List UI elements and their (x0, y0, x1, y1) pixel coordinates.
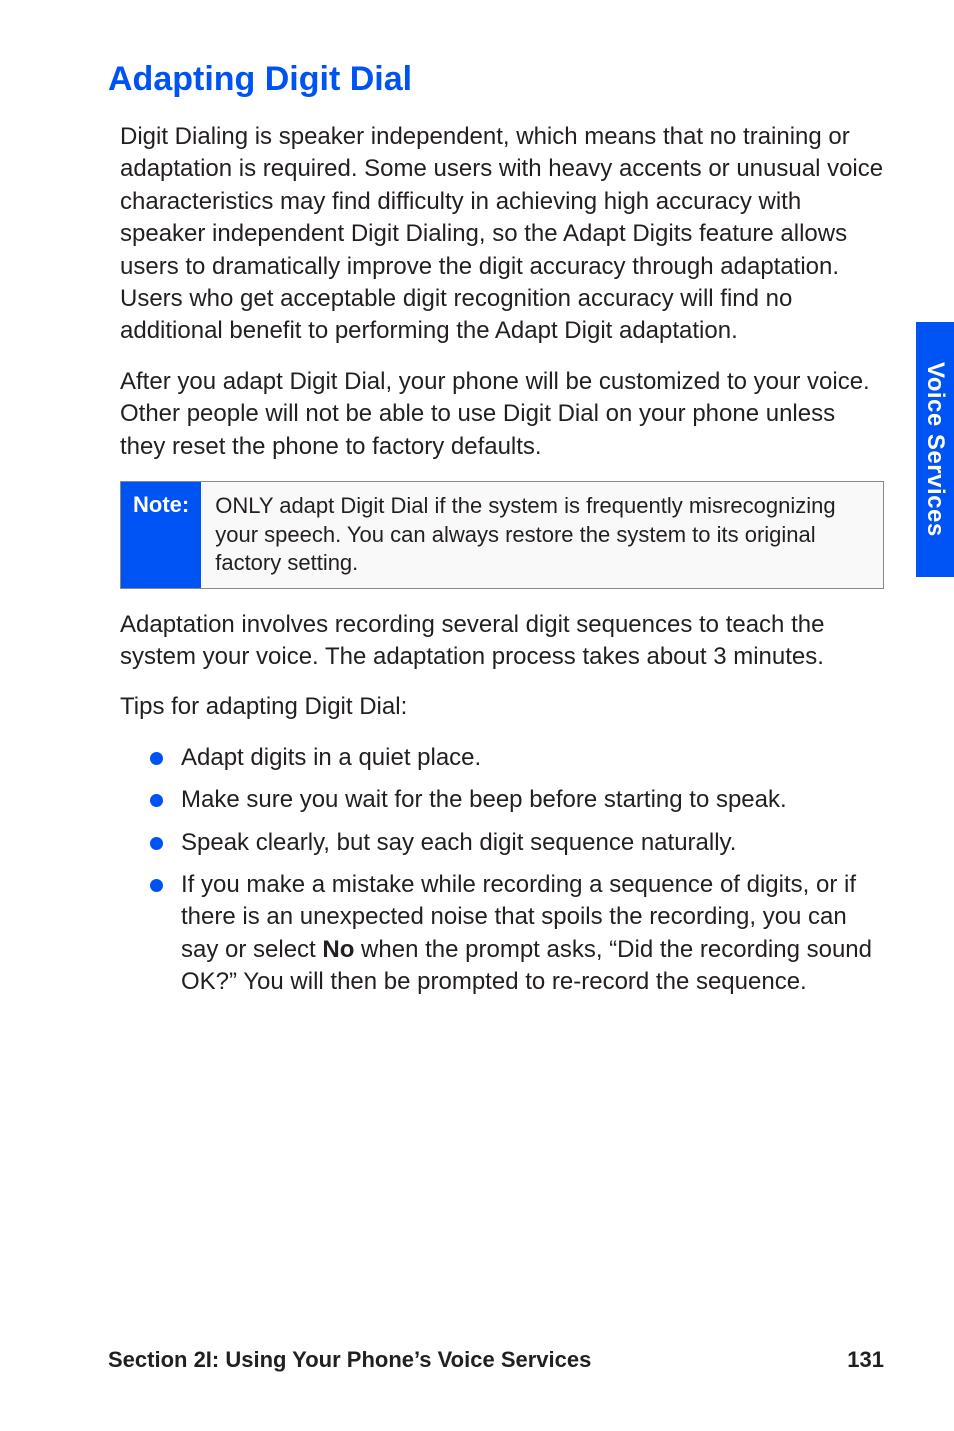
side-tab-label: Voice Services (921, 362, 949, 537)
paragraph-1: Digit Dialing is speaker independent, wh… (108, 121, 884, 348)
list-item-text: If you make a mistake while recording a … (181, 869, 884, 999)
list-item-text: Adapt digits in a quiet place. (181, 742, 884, 774)
footer-section: Section 2I: Using Your Phone’s Voice Ser… (108, 1347, 591, 1373)
list-item-text: Speak clearly, but say each digit sequen… (181, 827, 884, 859)
bullet-icon (150, 752, 163, 765)
list-item: If you make a mistake while recording a … (150, 869, 884, 999)
page-footer: Section 2I: Using Your Phone’s Voice Ser… (108, 1347, 884, 1373)
note-content: ONLY adapt Digit Dial if the system is f… (201, 482, 883, 588)
list-item: Speak clearly, but say each digit sequen… (150, 827, 884, 859)
bullet-icon (150, 879, 163, 892)
paragraph-2: After you adapt Digit Dial, your phone w… (108, 366, 884, 463)
list-item: Adapt digits in a quiet place. (150, 742, 884, 774)
paragraph-3: Adaptation involves recording several di… (108, 609, 884, 674)
bullet-icon (150, 794, 163, 807)
side-tab: Voice Services (916, 322, 954, 577)
list-item-bold: No (322, 936, 354, 963)
list-item: Make sure you wait for the beep before s… (150, 784, 884, 816)
note-label: Note: (121, 482, 201, 588)
note-callout: Note: ONLY adapt Digit Dial if the syste… (120, 481, 884, 589)
section-heading: Adapting Digit Dial (108, 60, 884, 99)
tips-list: Adapt digits in a quiet place. Make sure… (108, 742, 884, 999)
footer-page-number: 131 (847, 1347, 884, 1373)
bullet-icon (150, 837, 163, 850)
list-item-text: Make sure you wait for the beep before s… (181, 784, 884, 816)
paragraph-4: Tips for adapting Digit Dial: (108, 691, 884, 723)
